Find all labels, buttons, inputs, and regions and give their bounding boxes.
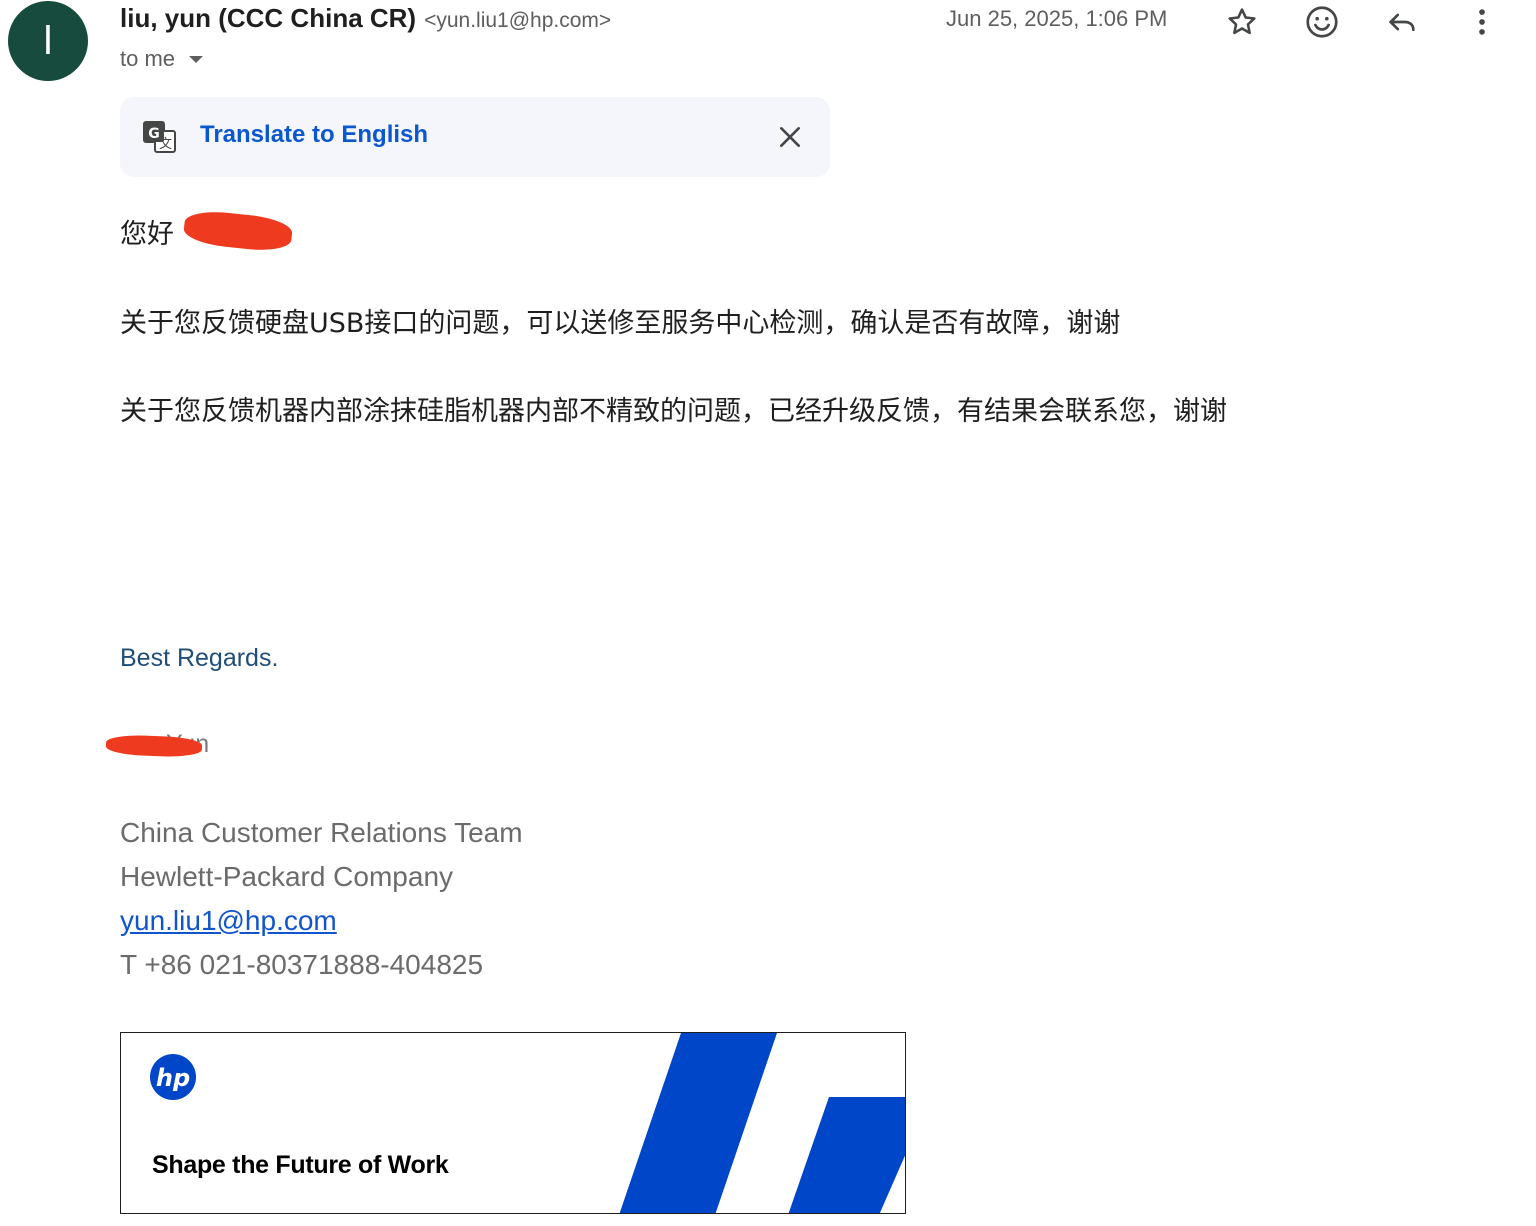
- recipient-details-toggle[interactable]: to me: [120, 46, 204, 72]
- sender-email: <yun.liu1@hp.com>: [424, 9, 612, 32]
- dismiss-translate-button[interactable]: [772, 119, 808, 155]
- email-view: l liu, yun (CCC China CR) <yun.liu1@hp.c…: [0, 0, 1536, 1226]
- svg-text:hp: hp: [156, 1064, 190, 1092]
- sender-avatar[interactable]: l: [8, 1, 88, 81]
- star-icon: [1228, 8, 1256, 35]
- svg-text:文: 文: [159, 137, 172, 152]
- email-date: Jun 25, 2025, 1:06 PM: [946, 6, 1168, 31]
- emoji-icon: [1306, 6, 1338, 38]
- sender-line: liu, yun (CCC China CR) <yun.liu1@hp.com…: [120, 3, 611, 39]
- sender-name[interactable]: liu, yun (CCC China CR): [120, 3, 416, 34]
- translate-bar: G 文 Translate to English: [120, 97, 830, 177]
- recipient-label: to me: [120, 46, 176, 71]
- add-reaction-button[interactable]: [1302, 2, 1342, 42]
- close-icon: [780, 127, 800, 147]
- sign-off: Best Regards.: [120, 644, 279, 672]
- avatar-initial: l: [43, 18, 53, 63]
- signature-company: Hewlett-Packard Company: [120, 861, 454, 892]
- chevron-down-icon: [189, 55, 204, 63]
- translate-icon: G 文: [143, 121, 176, 153]
- star-button[interactable]: [1222, 2, 1262, 42]
- reply-icon: [1389, 13, 1415, 32]
- signature-phone: T +86 021-80371888-404825: [120, 949, 484, 980]
- translate-link[interactable]: Translate to English: [200, 121, 428, 149]
- greeting: 您好: [120, 219, 174, 250]
- banner-stripes: [619, 1033, 905, 1213]
- message-line-1: 关于您反馈硬盘USB接口的问题，可以送修至服务中心检测，确认是否有故障，谢谢: [120, 308, 1121, 339]
- signature-email-link[interactable]: yun.liu1@hp.com: [120, 905, 337, 936]
- message-line-2: 关于您反馈机器内部涂抹硅脂机器内部不精致的问题，已经升级反馈，有结果会联系您，谢…: [120, 396, 1227, 427]
- more-vert-icon: [1479, 9, 1485, 35]
- redaction-mark: [182, 208, 294, 254]
- banner-tagline: Shape the Future of Work: [152, 1151, 449, 1179]
- hp-signature-banner[interactable]: hp Shape the Future of Work: [120, 1032, 906, 1214]
- reply-button[interactable]: [1382, 2, 1422, 42]
- more-options-button[interactable]: [1462, 2, 1502, 42]
- hp-logo: hp: [150, 1054, 196, 1100]
- signature-team: China Customer Relations Team: [120, 817, 523, 848]
